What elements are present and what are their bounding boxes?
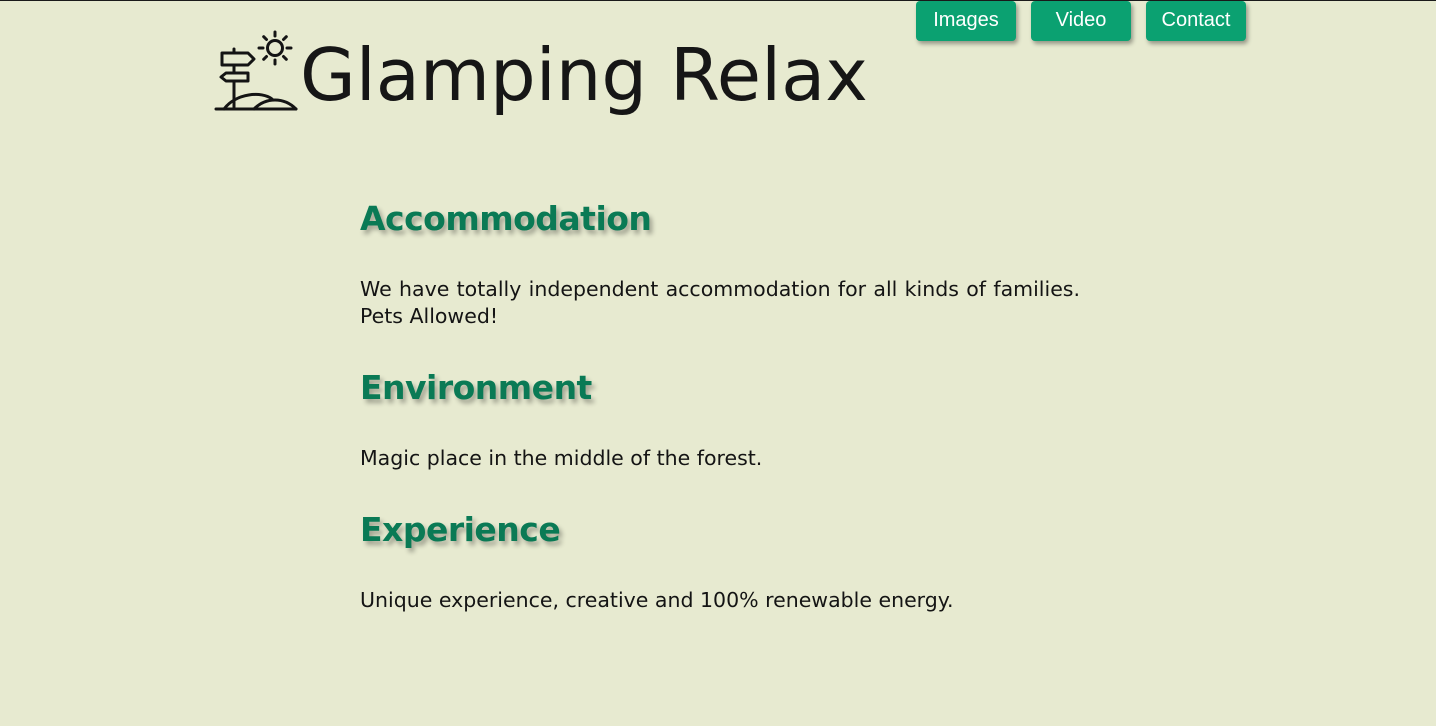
section-title-accommodation: Accommodation xyxy=(360,199,652,238)
site-header: Glamping Relax xyxy=(214,29,868,113)
signpost-sun-icon xyxy=(214,30,298,111)
section-text-experience: Unique experience, creative and 100% ren… xyxy=(360,588,954,612)
section-title-experience: Experience xyxy=(360,510,561,549)
images-button[interactable]: Images xyxy=(916,1,1016,41)
section-text-accommodation: We have totally independent accommodatio… xyxy=(360,277,1080,328)
main-content: Accommodation We have totally independen… xyxy=(360,197,1080,614)
section-text-environment: Magic place in the middle of the forest. xyxy=(360,446,763,470)
site-title: Glamping Relax xyxy=(300,33,868,117)
video-button[interactable]: Video xyxy=(1031,1,1131,41)
section-title-environment: Environment xyxy=(360,368,592,407)
contact-button[interactable]: Contact xyxy=(1146,1,1246,41)
top-nav: Images Video Contact xyxy=(916,1,1246,41)
